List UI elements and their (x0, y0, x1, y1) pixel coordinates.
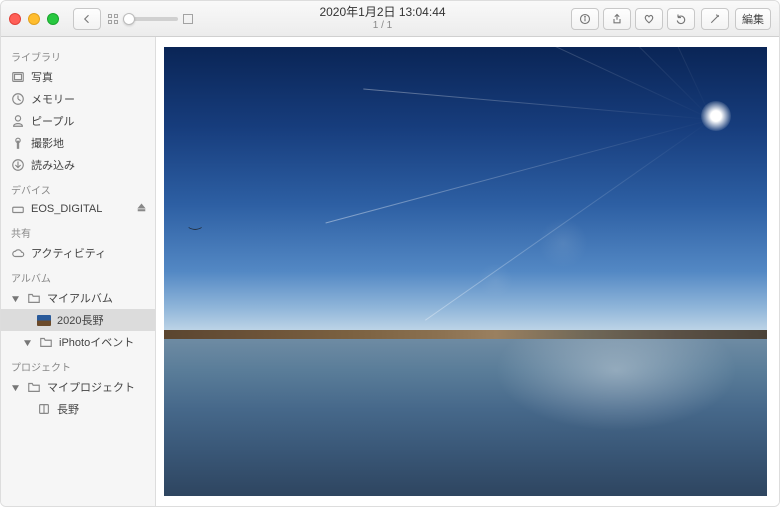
disclosure-down-icon[interactable] (11, 383, 20, 392)
photo-viewer: ︶ (156, 37, 779, 506)
sidebar-item-iphoto-events[interactable]: iPhotoイベント (1, 331, 155, 353)
sidebar-item-my-albums[interactable]: マイアルバム (1, 287, 155, 309)
zoom-slider[interactable] (123, 17, 178, 21)
sidebar: ライブラリ 写真 メモリー ピープル 撮影地 読み込み デバイス (1, 37, 156, 506)
sidebar-section-library: ライブラリ (1, 43, 155, 66)
sidebar-item-nagano-project[interactable]: 長野 (1, 398, 155, 420)
eject-icon[interactable] (136, 202, 147, 216)
info-button[interactable] (571, 8, 599, 30)
sidebar-item-label: 読み込み (31, 157, 75, 173)
sidebar-item-label: 2020長野 (57, 312, 103, 328)
folder-icon (27, 291, 41, 305)
sidebar-item-label: 長野 (57, 401, 79, 417)
sidebar-item-places[interactable]: 撮影地 (1, 132, 155, 154)
sidebar-item-label: EOS_DIGITAL (31, 203, 102, 215)
photo-date-title: 2020年1月2日 13:04:44 (200, 5, 565, 19)
sidebar-item-2020-nagano[interactable]: 2020長野 (1, 309, 155, 331)
cloud-icon (11, 246, 25, 260)
sidebar-item-label: ピープル (31, 113, 74, 129)
folder-icon (39, 335, 53, 349)
places-icon (11, 136, 25, 150)
sidebar-section-projects: プロジェクト (1, 353, 155, 376)
photo-counter: 1 / 1 (200, 20, 565, 32)
sidebar-item-label: マイプロジェクト (47, 379, 135, 395)
toolbar: 2020年1月2日 13:04:44 1 / 1 編集 (1, 1, 779, 37)
sidebar-item-label: iPhotoイベント (59, 334, 134, 350)
sidebar-item-label: 写真 (31, 69, 53, 85)
sidebar-section-devices: デバイス (1, 176, 155, 199)
sidebar-item-eos-digital[interactable]: EOS_DIGITAL (1, 199, 155, 219)
edit-button[interactable]: 編集 (735, 8, 771, 30)
sidebar-item-imports[interactable]: 読み込み (1, 154, 155, 176)
favorite-button[interactable] (635, 8, 663, 30)
sidebar-item-activity[interactable]: アクティビティ (1, 242, 155, 264)
disclosure-down-icon[interactable] (11, 294, 20, 303)
sidebar-item-label: 撮影地 (31, 135, 64, 151)
memories-icon (11, 92, 25, 106)
auto-enhance-button[interactable] (701, 8, 729, 30)
sidebar-item-label: アクティビティ (31, 245, 106, 261)
sidebar-item-my-projects[interactable]: マイプロジェクト (1, 376, 155, 398)
zoom-slider-group (107, 13, 194, 25)
book-icon (37, 402, 51, 416)
album-thumbnail-icon (37, 315, 51, 326)
photos-icon (11, 70, 25, 84)
disclosure-down-icon[interactable] (23, 338, 32, 347)
close-window-button[interactable] (9, 13, 21, 25)
sidebar-section-albums: アルバム (1, 264, 155, 287)
rotate-button[interactable] (667, 8, 695, 30)
folder-icon (27, 380, 41, 394)
grid-large-icon (182, 13, 194, 25)
photo[interactable]: ︶ (164, 47, 767, 496)
minimize-window-button[interactable] (28, 13, 40, 25)
sidebar-item-photos[interactable]: 写真 (1, 66, 155, 88)
zoom-window-button[interactable] (47, 13, 59, 25)
sidebar-item-label: メモリー (31, 91, 75, 107)
people-icon (11, 114, 25, 128)
drive-icon (11, 202, 25, 216)
grid-small-icon (107, 13, 119, 25)
sidebar-item-memories[interactable]: メモリー (1, 88, 155, 110)
sidebar-item-label: マイアルバム (47, 290, 113, 306)
sidebar-item-people[interactable]: ピープル (1, 110, 155, 132)
back-button[interactable] (73, 8, 101, 30)
imports-icon (11, 158, 25, 172)
share-button[interactable] (603, 8, 631, 30)
title-area: 2020年1月2日 13:04:44 1 / 1 (200, 5, 565, 31)
sidebar-section-shared: 共有 (1, 219, 155, 242)
window-controls (9, 13, 59, 25)
